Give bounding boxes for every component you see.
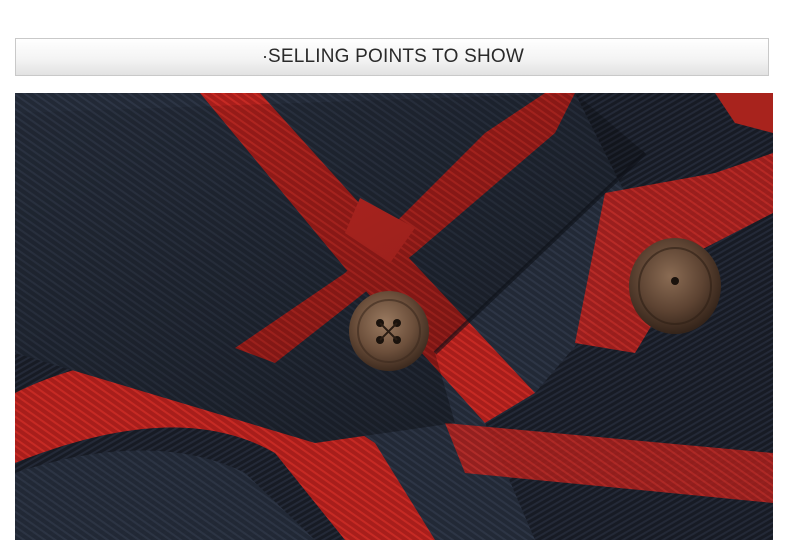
section-title: SELLING POINTS TO SHOW <box>264 46 524 68</box>
flannel-closeup-image <box>15 93 773 540</box>
collar-button-right <box>629 238 721 334</box>
section-header-bar: SELLING POINTS TO SHOW <box>15 38 769 76</box>
collar-button-left <box>349 291 429 371</box>
product-photo <box>15 93 773 540</box>
